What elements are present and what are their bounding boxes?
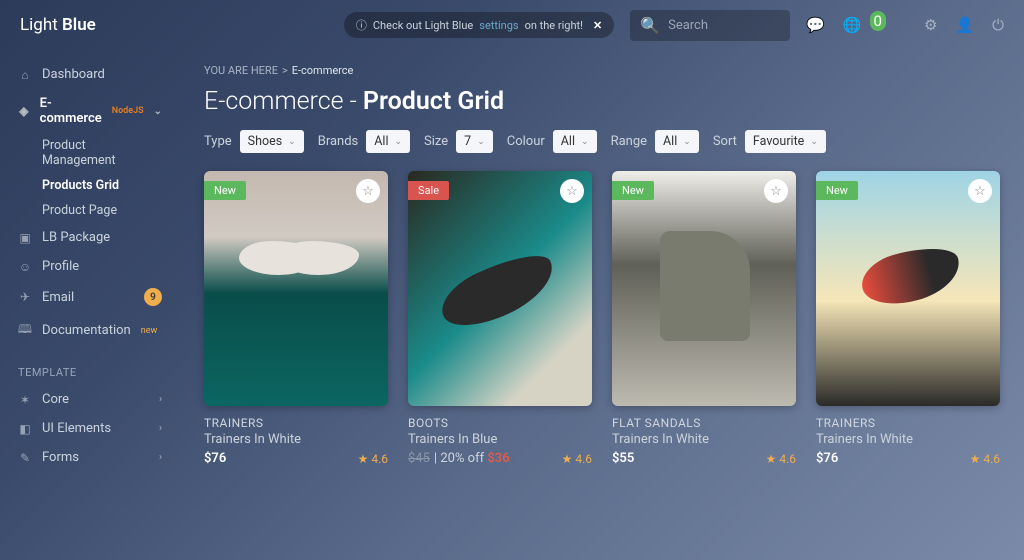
favorite-button[interactable]: ☆ [560, 179, 584, 203]
sidebar-item-forms[interactable]: ✎Forms› [0, 443, 180, 472]
filter-label: Sort [713, 134, 737, 149]
sidebar-icon: ✈ [18, 290, 32, 304]
chevron-right-icon: › [159, 394, 162, 405]
product-card[interactable]: New ☆ TRAINERS Trainers In White $76 ★ 4… [204, 171, 388, 466]
logo[interactable]: Light Blue [20, 15, 96, 35]
filter-bar: Type Shoes⌄ Brands All⌄ Size 7⌄ Colour All⌄ Rang… [204, 130, 1000, 153]
close-icon[interactable]: ✕ [593, 19, 602, 32]
notification-pill: ⓘ Check out Light Blue settings on the r… [344, 12, 614, 38]
product-tag: New [204, 181, 246, 200]
favorite-button[interactable]: ☆ [968, 179, 992, 203]
power-icon[interactable]: ⏻ [992, 16, 1004, 34]
gear-icon[interactable]: ⚙ [924, 16, 937, 34]
product-category: BOOTS [408, 416, 592, 430]
sidebar-item-email[interactable]: ✈Email9 [0, 281, 180, 313]
sidebar-icon: 🕮 [18, 320, 32, 341]
sidebar: ⌂Dashboard◈E-commerceNodeJS⌄Product Mana… [0, 50, 180, 560]
notif-link[interactable]: settings [479, 19, 518, 32]
sidebar-item-lb-package[interactable]: ▣LB Package [0, 223, 180, 252]
search-box[interactable]: 🔍 [630, 10, 790, 41]
product-tag: Sale [408, 181, 449, 200]
search-icon: 🔍 [640, 16, 660, 35]
sidebar-item-profile[interactable]: ☺Profile [0, 252, 180, 281]
favorite-button[interactable]: ☆ [764, 179, 788, 203]
user-icon[interactable]: 👤 [955, 16, 974, 34]
product-tag: New [612, 181, 654, 200]
filter-label: Range [611, 134, 647, 149]
chat-icon[interactable]: 💬 [806, 16, 825, 34]
sidebar-icon: ◧ [18, 422, 32, 436]
sidebar-sub-products-grid[interactable]: Products Grid [0, 173, 180, 198]
product-rating: ★ 4.6 [970, 452, 1000, 466]
product-category: FLAT SANDALS [612, 416, 796, 430]
sidebar-item-ui-elements[interactable]: ◧UI Elements› [0, 414, 180, 443]
chevron-down-icon: ⌄ [683, 137, 691, 147]
sidebar-section-header: TEMPLATE [0, 348, 180, 385]
count-badge: 9 [144, 288, 162, 306]
product-name: Trainers In Blue [408, 432, 592, 447]
sidebar-icon: ◈ [18, 104, 30, 118]
chevron-down-icon: ⌄ [154, 106, 162, 117]
product-card[interactable]: Sale ☆ BOOTS Trainers In Blue $45| 20% o… [408, 171, 592, 466]
product-tag: New [816, 181, 858, 200]
breadcrumb: YOU ARE HERE>E-commerce [204, 64, 1000, 77]
filter-select-colour[interactable]: All⌄ [553, 130, 597, 153]
filter-label: Colour [507, 134, 545, 149]
sidebar-icon: ✎ [18, 451, 32, 465]
sidebar-sub-product-page[interactable]: Product Page [0, 198, 180, 223]
product-category: TRAINERS [204, 416, 388, 430]
chevron-down-icon: ⌄ [581, 137, 589, 147]
filter-select-sort[interactable]: Favourite⌄ [745, 130, 826, 153]
filter-select-range[interactable]: All⌄ [655, 130, 699, 153]
sidebar-item-e-commerce[interactable]: ◈E-commerceNodeJS⌄ [0, 89, 180, 133]
product-name: Trainers In White [204, 432, 388, 447]
sidebar-icon: ▣ [18, 231, 32, 245]
filter-select-size[interactable]: 7⌄ [456, 130, 493, 153]
product-card[interactable]: New ☆ TRAINERS Trainers In White $76 ★ 4… [816, 171, 1000, 466]
info-icon: ⓘ [356, 17, 367, 33]
product-card[interactable]: New ☆ FLAT SANDALS Trainers In White $55… [612, 171, 796, 466]
chevron-down-icon: ⌄ [288, 137, 296, 147]
filter-select-type[interactable]: Shoes⌄ [240, 130, 304, 153]
globe-icon[interactable]: 🌐0 [843, 16, 878, 34]
filter-label: Type [204, 134, 232, 149]
sidebar-icon: ⌂ [18, 68, 32, 82]
sidebar-item-core[interactable]: ✶Core› [0, 385, 180, 414]
chevron-down-icon: ⌄ [810, 137, 818, 147]
search-input[interactable] [668, 18, 780, 33]
product-rating: ★ 4.6 [562, 452, 592, 466]
product-grid: New ☆ TRAINERS Trainers In White $76 ★ 4… [204, 171, 1000, 466]
product-category: TRAINERS [816, 416, 1000, 430]
sidebar-item-documentation[interactable]: 🕮Documentationnew [0, 313, 180, 348]
product-rating: ★ 4.6 [766, 452, 796, 466]
product-name: Trainers In White [612, 432, 796, 447]
chevron-down-icon: ⌄ [477, 137, 485, 147]
product-image: Sale ☆ [408, 171, 592, 406]
chevron-right-icon: › [159, 423, 162, 434]
product-image: New ☆ [204, 171, 388, 406]
product-image: New ☆ [612, 171, 796, 406]
sidebar-sub-product-management[interactable]: Product Management [0, 133, 180, 173]
sidebar-icon: ✶ [18, 393, 32, 407]
chevron-down-icon: ⌄ [395, 137, 403, 147]
filter-select-brands[interactable]: All⌄ [366, 130, 410, 153]
filter-label: Size [424, 134, 448, 149]
product-image: New ☆ [816, 171, 1000, 406]
product-rating: ★ 4.6 [358, 452, 388, 466]
page-title: E-commerce - Product Grid [204, 87, 1000, 116]
favorite-button[interactable]: ☆ [356, 179, 380, 203]
sidebar-icon: ☺ [18, 260, 32, 274]
content: YOU ARE HERE>E-commerce E-commerce - Pro… [180, 50, 1024, 560]
sidebar-item-dashboard[interactable]: ⌂Dashboard [0, 60, 180, 89]
chevron-right-icon: › [159, 452, 162, 463]
topbar: Light Blue ⓘ Check out Light Blue settin… [0, 0, 1024, 50]
filter-label: Brands [318, 134, 359, 149]
product-name: Trainers In White [816, 432, 1000, 447]
